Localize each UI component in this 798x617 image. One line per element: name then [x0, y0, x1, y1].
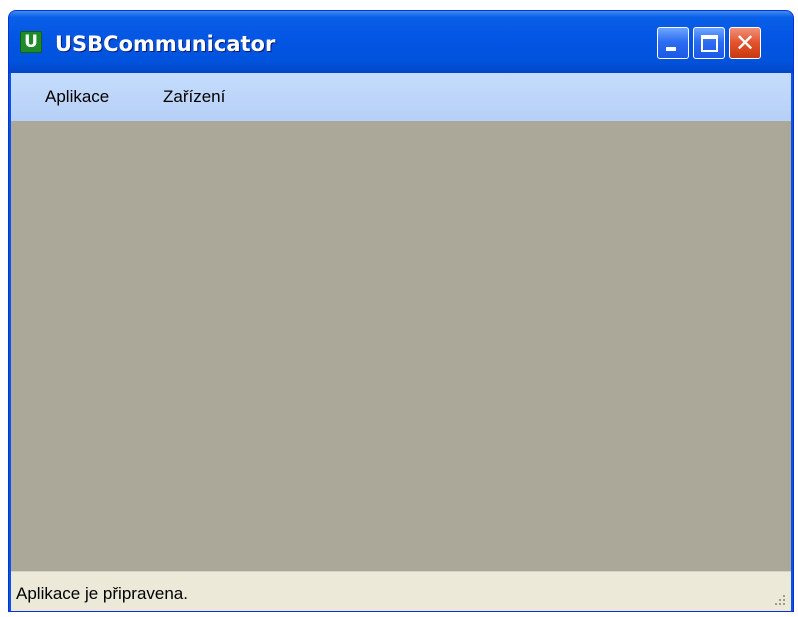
minimize-icon	[666, 47, 676, 51]
menu-item-aplikace[interactable]: Aplikace	[39, 85, 115, 109]
close-button[interactable]: ✕	[729, 27, 761, 59]
client-area: Aplikace Zařízení Aplikace je připravena…	[11, 73, 791, 611]
close-icon: ✕	[734, 29, 756, 57]
app-u-icon: U	[20, 31, 42, 53]
window-title: USBCommunicator	[55, 32, 276, 56]
minimize-button[interactable]	[657, 27, 689, 59]
maximize-button[interactable]	[693, 27, 725, 59]
menu-bar: Aplikace Zařízení	[11, 73, 791, 121]
title-bar[interactable]: U USBCommunicator ✕	[9, 11, 793, 73]
menu-item-zarizeni[interactable]: Zařízení	[157, 85, 231, 109]
maximize-icon	[701, 35, 718, 52]
app-window: U USBCommunicator ✕ Aplikace Zařízení Ap…	[8, 10, 794, 612]
status-bar: Aplikace je připravena.	[11, 571, 791, 611]
workspace-area	[11, 121, 791, 571]
resize-grip-icon[interactable]	[773, 593, 787, 607]
status-text: Aplikace je připravena.	[16, 584, 188, 603]
